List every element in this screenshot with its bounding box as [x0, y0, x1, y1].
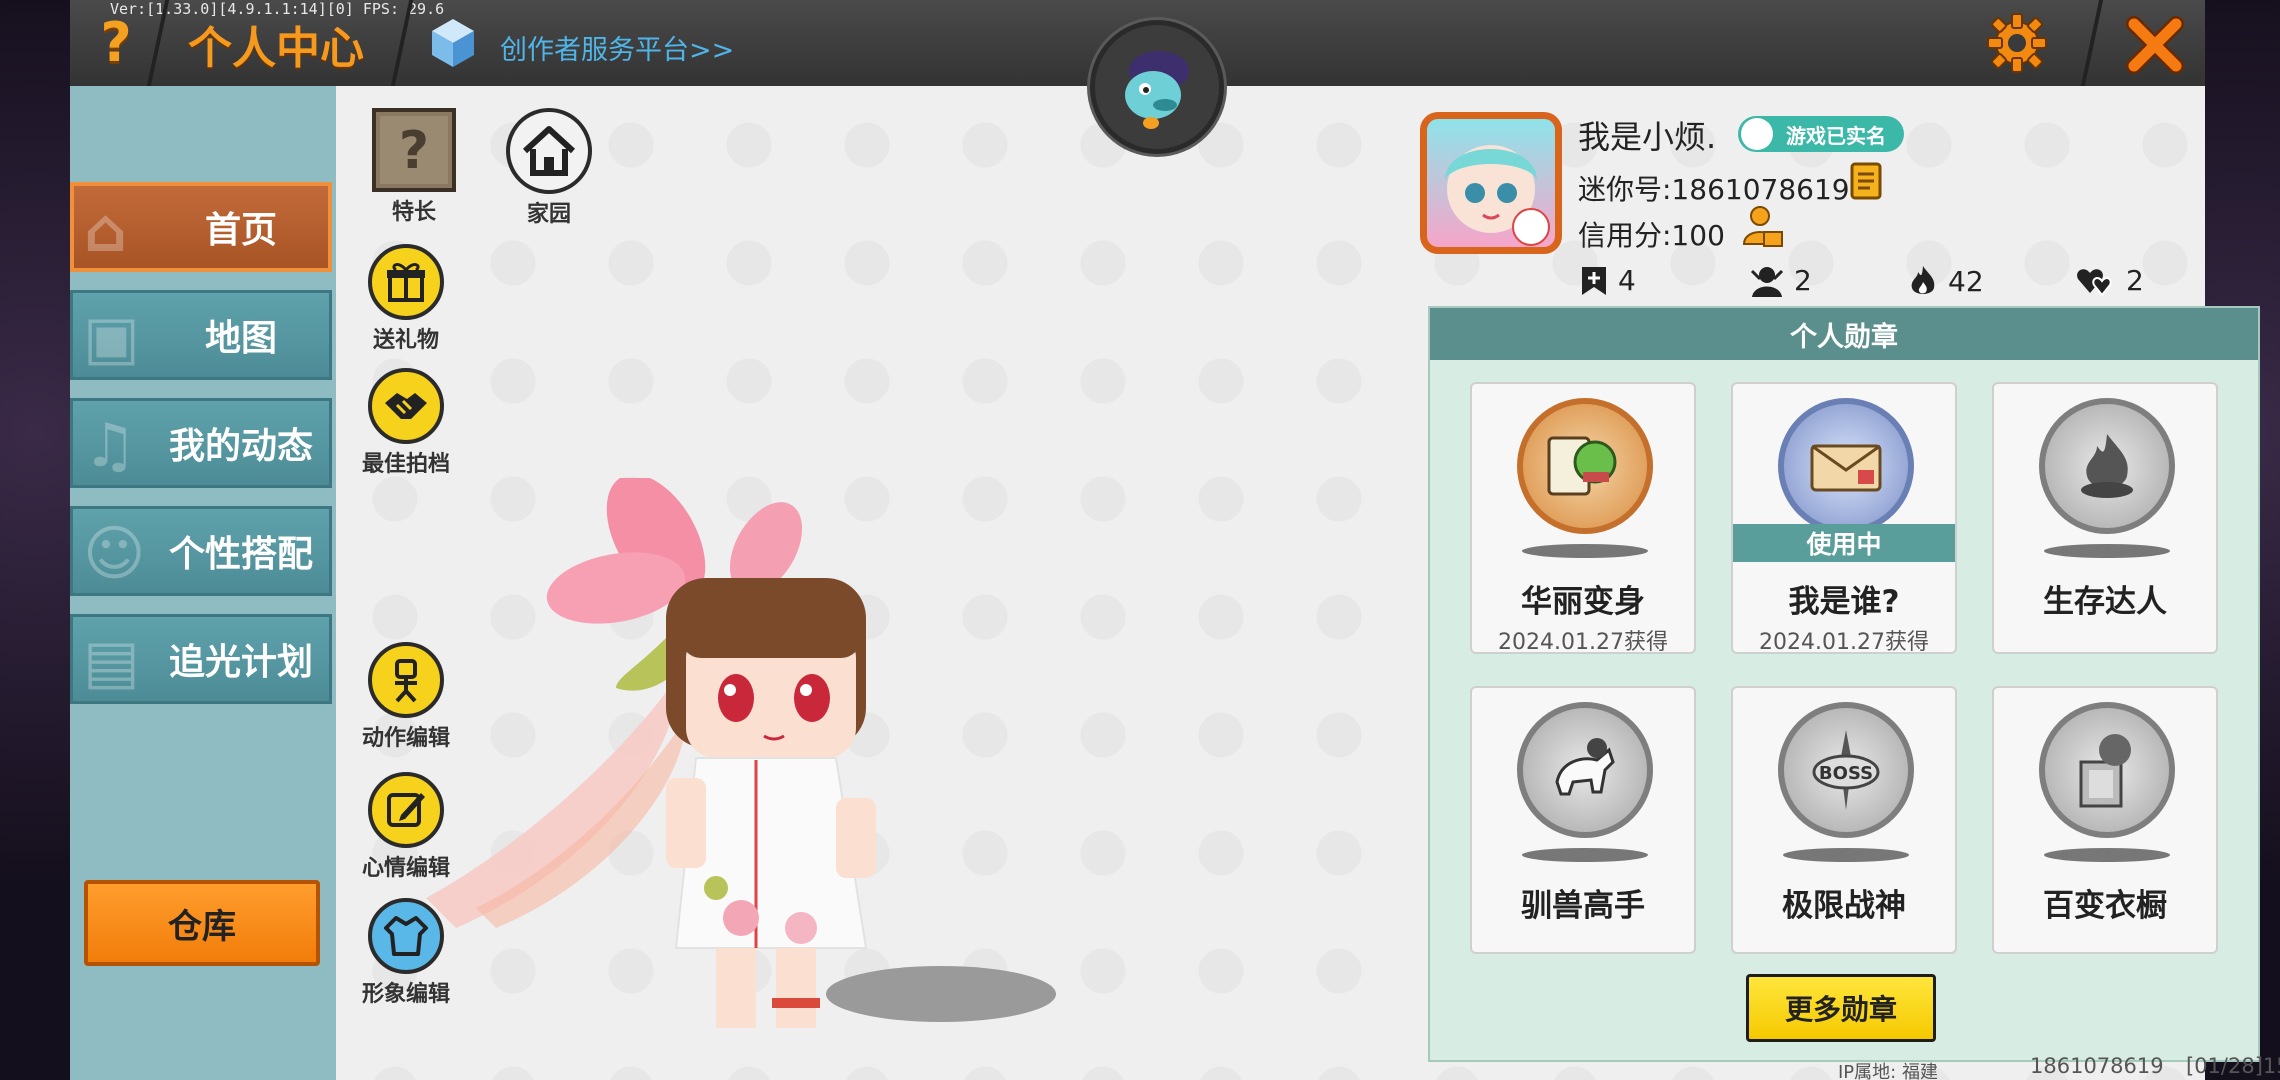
footer-time: [01/28]15:02 0 [3	[2186, 1054, 2280, 1078]
handshake-icon	[385, 393, 427, 419]
specialty-label: 特长	[391, 200, 436, 225]
ip-location: IP属地: 福建	[1838, 1062, 1938, 1080]
medal-horse-icon	[1517, 702, 1653, 838]
gear-icon	[1987, 13, 2047, 73]
help-icon: ?	[100, 10, 132, 74]
medal-name: 华丽变身	[1521, 584, 1645, 620]
medal-name: 极限战神	[1782, 888, 1906, 924]
medal-transform-icon	[1517, 398, 1653, 534]
sidebar-item-label: 个性搭配	[168, 534, 313, 575]
medal-date: 2024.01.27获得	[1759, 630, 1929, 655]
verified-user-icon	[1741, 118, 1773, 150]
sidebar-item-style[interactable]: ☺ 个性搭配	[70, 506, 332, 596]
profile-name: 我是小烦.	[1578, 118, 1717, 156]
homeland-button[interactable]: 家园	[506, 108, 592, 228]
in-use-badge: 使用中	[1733, 524, 1955, 562]
medal-stand	[2044, 848, 2170, 862]
settings-button[interactable]	[1982, 8, 2052, 78]
stat-bookmarks[interactable]: 4	[1580, 264, 1636, 297]
medal-envelope-icon	[1778, 398, 1914, 534]
medal-name: 驯兽高手	[1521, 888, 1645, 924]
medal-name: 生存达人	[2043, 584, 2167, 620]
page-title: 个人中心	[188, 23, 364, 74]
realname-verified-badge: 游戏已实名	[1738, 116, 1904, 152]
medal-date: 2024.01.27获得	[1498, 630, 1668, 655]
sidebar-item-label: 追光计划	[168, 642, 313, 683]
medal-panel: 个人勋章 华丽变身 2024.01.27获得 使用中 我是谁? 2024.01.…	[1428, 306, 2260, 1062]
medal-stand	[1783, 848, 1909, 862]
sidebar-item-feed[interactable]: ♫ 我的动态	[70, 398, 332, 488]
more-medals-button[interactable]: 更多勋章	[1746, 974, 1936, 1042]
close-button[interactable]	[2120, 10, 2190, 80]
sidebar-item-lightchase[interactable]: ▤ 追光计划	[70, 614, 332, 704]
creator-platform-link[interactable]: 创作者服务平台>>	[500, 28, 734, 67]
sidebar-item-home[interactable]: ⌂ 首页	[70, 182, 332, 272]
stat-value: 4	[1618, 264, 1636, 297]
realname-badge-label: 游戏已实名	[1786, 123, 1886, 148]
specialty-button[interactable]: ? 特长	[372, 108, 456, 226]
homeland-label: 家园	[526, 202, 571, 227]
medal-card[interactable]: 使用中 我是谁? 2024.01.27获得	[1731, 382, 1957, 655]
medal-wardrobe-icon	[2039, 702, 2175, 838]
player-head-avatar[interactable]	[1090, 20, 1224, 154]
medal-card[interactable]: 生存达人	[1992, 382, 2218, 654]
fire-icon	[1911, 266, 1935, 294]
stat-fans[interactable]: 2	[1750, 264, 1812, 297]
hearts-icon	[2077, 268, 2112, 297]
sidebar-item-label: 我的动态	[168, 426, 313, 467]
stat-likes[interactable]: 2	[2076, 264, 2144, 297]
medal-name: 百变衣橱	[2043, 888, 2167, 924]
medal-stand	[1522, 848, 1648, 862]
profile-stats: 4 2 42 2	[1580, 264, 2240, 298]
sidebar-item-label: 地图	[204, 318, 277, 359]
medal-boss-icon: BOSS	[1778, 702, 1914, 838]
svg-text:?: ?	[399, 121, 429, 181]
mini-id: 迷你号:1861078619	[1578, 173, 1850, 206]
close-icon	[2126, 16, 2184, 74]
medal-stand	[2044, 544, 2170, 558]
house-icon	[522, 126, 576, 176]
svg-text:BOSS: BOSS	[1819, 763, 1873, 784]
profile-avatar[interactable]	[1420, 112, 1562, 254]
stat-value: 2	[2126, 264, 2144, 297]
stat-popularity[interactable]: 42	[1908, 264, 1984, 298]
send-gift-button[interactable]: 送礼物	[368, 244, 444, 354]
medal-name: 我是谁?	[1788, 584, 1900, 620]
avatar-portrait	[1445, 145, 1550, 246]
sidebar-item-map[interactable]: ▣ 地图	[70, 290, 332, 380]
fans-icon	[1750, 266, 1784, 297]
medal-flame-icon	[2039, 398, 2175, 534]
medal-panel-header: 个人勋章	[1430, 308, 2258, 360]
medal-card[interactable]: 华丽变身 2024.01.27获得	[1470, 382, 1696, 655]
medal-card[interactable]: 驯兽高手	[1470, 686, 1696, 954]
send-gift-label: 送礼物	[372, 328, 439, 353]
background-left	[0, 0, 70, 1080]
question-block-icon: ?	[372, 108, 456, 192]
medal-stand	[1522, 544, 1648, 558]
divider	[2080, 0, 2104, 86]
copy-icon[interactable]	[1850, 162, 1888, 202]
dinosaur-mascot-icon	[1125, 51, 1189, 129]
bookmark-plus-icon	[1582, 266, 1606, 295]
stat-value: 2	[1794, 264, 1812, 297]
cube-icon[interactable]	[430, 17, 476, 69]
best-partner-button[interactable]: 最佳拍档	[356, 368, 456, 478]
best-partner-label: 最佳拍档	[361, 452, 450, 477]
player-character[interactable]	[416, 478, 936, 1058]
stat-value: 42	[1948, 264, 1984, 298]
medal-card[interactable]: BOSS 极限战神	[1731, 686, 1957, 954]
sidebar-item-label: 首页	[204, 210, 277, 251]
gift-icon	[387, 263, 425, 302]
credit-user-icon[interactable]	[1742, 204, 1784, 248]
medal-card[interactable]: 百变衣橱	[1992, 686, 2218, 954]
sidebar: ⌂ 首页 ▣ 地图 ♫ 我的动态 ☺ 个性搭配 ▤ 追光计划 仓库	[70, 86, 336, 1080]
personal-center-panel: ? Ver:[1.33.0][4.9.1.1:14][0] FPS: 29.6 …	[70, 0, 2280, 1080]
warehouse-button[interactable]: 仓库	[84, 880, 320, 966]
footer-user-id: 1861078619	[2030, 1054, 2164, 1078]
credit-score: 信用分:100	[1578, 219, 1725, 252]
